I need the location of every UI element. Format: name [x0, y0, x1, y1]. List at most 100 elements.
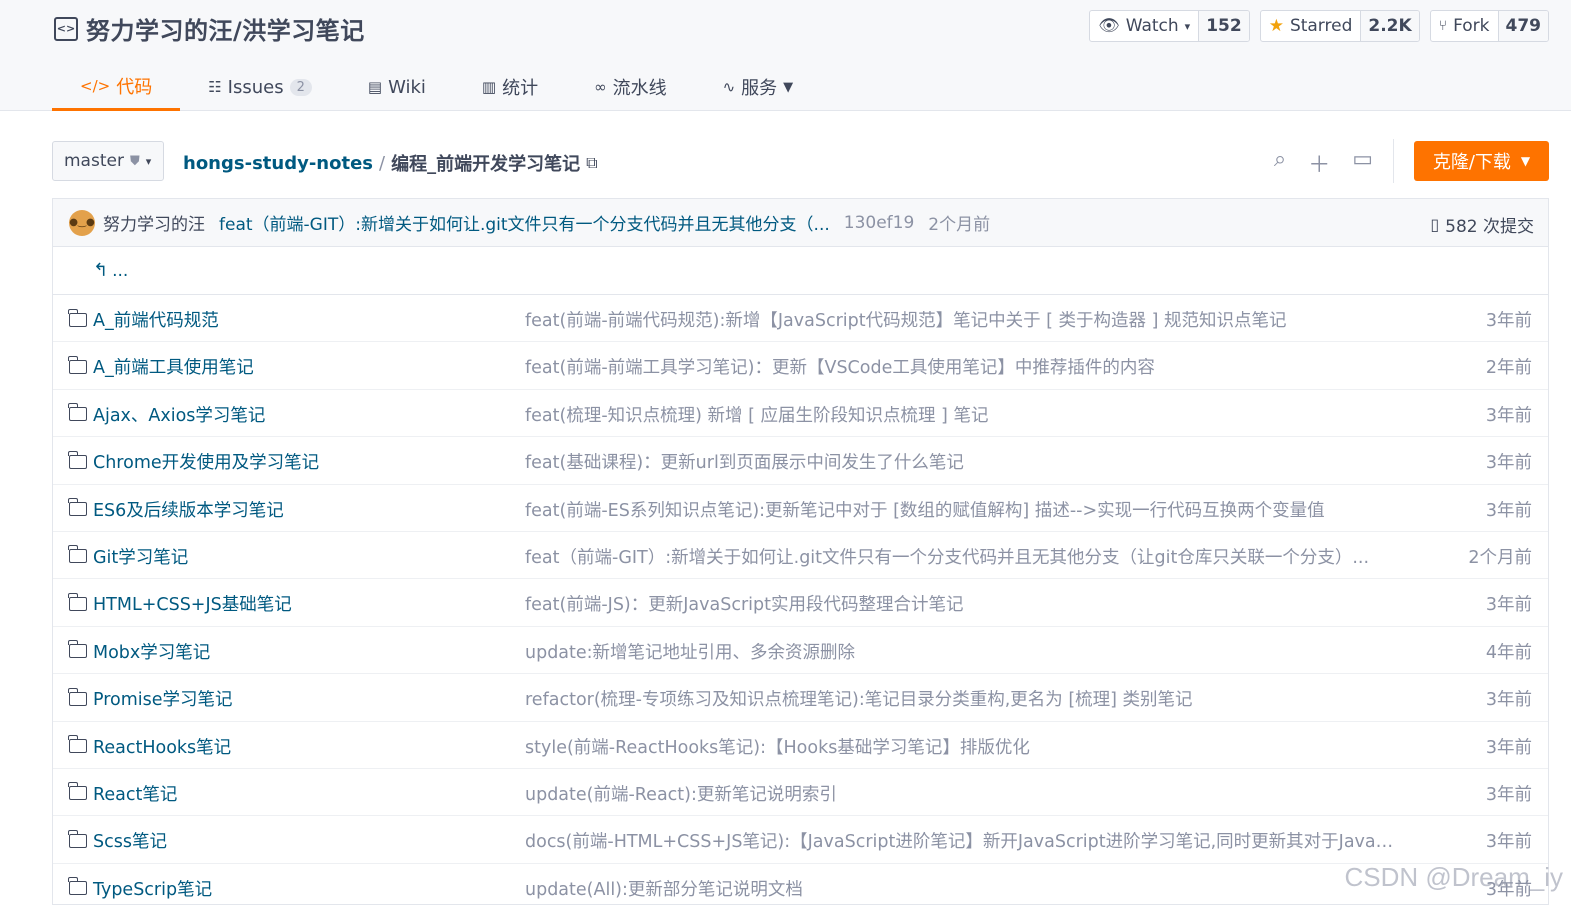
table-row[interactable]: TypeScrip笔记 update(All):更新部分笔记说明文档 3年前 [53, 864, 1548, 904]
commit-sha[interactable]: 130ef19 [844, 213, 915, 233]
folder-link[interactable]: Ajax、Axios学习笔记 [68, 402, 265, 427]
search-icon[interactable]: ⌕ [1274, 147, 1286, 179]
eye-icon: 👁 [1098, 16, 1120, 36]
table-row[interactable]: Chrome开发使用及学习笔记 feat(基础课程)：更新url到页面展示中间发生… [53, 437, 1548, 485]
folder-link[interactable]: HTML+CSS+JS基础笔记 [68, 591, 292, 616]
shield-icon: ⛊ [129, 153, 140, 169]
tab-pipeline[interactable]: ∞ 流水线 [566, 63, 695, 111]
folder-link[interactable]: React笔记 [68, 781, 178, 806]
commit-count-link[interactable]: ▯ 582 次提交 [1430, 212, 1534, 237]
clone-download-button[interactable]: 克隆/下载 ▼ [1414, 141, 1549, 181]
folder-icon [68, 877, 87, 896]
issues-count-badge: 2 [289, 78, 312, 96]
repo-stats: 👁 Watch ▾ 152 ★ Starred 2.2K ⑂ Fork 479 [1089, 10, 1549, 42]
table-row[interactable]: HTML+CSS+JS基础笔记 feat(前端-JS)：更新JavaScript实… [53, 579, 1548, 627]
repo-title-area: <> 努力学习的汪/洪学习笔记 [54, 11, 365, 46]
file-commit-message[interactable]: feat（前端-GIT）:新增关于如何让.git文件只有一个分支代码并且无其他分… [525, 544, 1395, 569]
file-commit-time: 3年前 [1485, 690, 1532, 711]
star-button[interactable]: ★ Starred 2.2K [1259, 10, 1420, 42]
file-commit-message[interactable]: feat(前端-JS)：更新JavaScript实用段代码整理合计笔记 [525, 591, 1395, 616]
folder-link[interactable]: Mobx学习笔记 [68, 639, 210, 664]
plus-icon[interactable]: ＋ [1308, 147, 1330, 179]
table-row[interactable]: React笔记 update(前端-React):更新笔记说明索引 3年前 [53, 769, 1548, 817]
breadcrumb-current: 编程_前端开发学习笔记 [391, 154, 581, 175]
file-commit-time: 2个月前 [1468, 547, 1532, 568]
table-row[interactable]: Scss笔记 docs(前端-HTML+CSS+JS笔记):【JavaScript… [53, 816, 1548, 864]
file-commit-message[interactable]: feat(梳理-知识点梳理) 新增 [ 应届生阶段知识点梳理 ] 笔记 [525, 402, 1395, 427]
parent-directory-link[interactable]: ↰ ... [53, 247, 1548, 295]
file-commit-message[interactable]: style(前端-ReactHooks笔记):【Hooks基础学习笔记】排版优化 [525, 734, 1395, 759]
repo-header: <> 努力学习的汪/洪学习笔记 👁 Watch ▾ 152 ★ Starred 2.2… [0, 0, 1571, 111]
folder-link[interactable]: A_前端工具使用笔记 [68, 354, 254, 379]
folder-name: TypeScrip笔记 [93, 879, 213, 900]
commit-author[interactable]: 努力学习的汪 [103, 210, 205, 235]
file-commit-message[interactable]: feat(基础课程)：更新url到页面展示中间发生了什么笔记 [525, 449, 1395, 474]
back-arrow-icon: ↰ [93, 260, 109, 281]
folder-link[interactable]: A_前端代码规范 [68, 307, 219, 332]
commit-count: 582 次提交 [1445, 217, 1534, 237]
table-row[interactable]: A_前端代码规范 feat(前端-前端代码规范):新增【JavaScript代码规… [53, 295, 1548, 343]
file-commit-message[interactable]: refactor(梳理-专项练习及知识点梳理笔记):笔记目录分类重构,更名为 [… [525, 686, 1395, 711]
folder-name: React笔记 [93, 784, 178, 805]
folder-link[interactable]: ReactHooks笔记 [68, 734, 231, 759]
document-icon: ▯ [1430, 215, 1440, 234]
file-commit-message[interactable]: docs(前端-HTML+CSS+JS笔记):【JavaScript进阶笔记】新… [525, 828, 1395, 853]
folder-name: Chrome开发使用及学习笔记 [93, 453, 320, 474]
file-commit-time: 4年前 [1485, 642, 1532, 663]
fork-button[interactable]: ⑂ Fork 479 [1429, 10, 1549, 42]
folder-icon [68, 498, 87, 517]
table-row[interactable]: Mobx学习笔记 update:新增笔记地址引用、多余资源删除 4年前 [53, 627, 1548, 675]
fork-icon: ⑂ [1438, 18, 1448, 34]
file-commit-message[interactable]: update(All):更新部分笔记说明文档 [525, 876, 1395, 901]
tab-label: 服务 [741, 78, 778, 99]
star-count[interactable]: 2.2K [1361, 11, 1419, 41]
folder-link[interactable]: ES6及后续版本学习笔记 [68, 497, 284, 522]
issues-icon: ☷ [208, 78, 222, 96]
table-row[interactable]: Git学习笔记 feat（前端-GIT）:新增关于如何让.git文件只有一个分支代… [53, 532, 1548, 580]
table-row[interactable]: A_前端工具使用笔记 feat(前端-前端工具学习笔记)：更新【VSCode工具使… [53, 342, 1548, 390]
table-row[interactable]: ES6及后续版本学习笔记 feat(前端-ES系列知识点笔记):更新笔记中对于 [… [53, 485, 1548, 532]
file-commit-message[interactable]: feat(前端-前端代码规范):新增【JavaScript代码规范】笔记中关于 … [525, 307, 1395, 332]
file-commit-message[interactable]: update(前端-React):更新笔记说明索引 [525, 781, 1395, 806]
file-commit-message[interactable]: feat(前端-ES系列知识点笔记):更新笔记中对于 [数组的赋值解构] 描述-… [525, 497, 1395, 522]
tab-statistics[interactable]: ▥ 统计 [454, 63, 566, 111]
avatar[interactable]: ●‿● [69, 209, 95, 236]
repo-name[interactable]: 努力学习的汪/洪学习笔记 [86, 11, 365, 46]
watch-button[interactable]: 👁 Watch ▾ 152 [1089, 10, 1250, 42]
folder-link[interactable]: Git学习笔记 [68, 544, 188, 569]
breadcrumb-root[interactable]: hongs-study-notes [183, 153, 373, 174]
tab-wiki[interactable]: ▤ Wiki [340, 63, 454, 111]
fork-count[interactable]: 479 [1498, 11, 1548, 41]
folder-icon [68, 308, 87, 327]
clone-label: 克隆/下载 [1432, 152, 1511, 173]
watch-label: Watch [1125, 16, 1179, 36]
folder-link[interactable]: Scss笔记 [68, 828, 167, 853]
branch-selector[interactable]: master ⛊ ▾ [52, 141, 164, 181]
tab-code[interactable]: </> 代码 [52, 63, 181, 111]
copy-icon[interactable]: ⧉ [586, 153, 597, 173]
folder-icon [68, 687, 87, 706]
folder-link[interactable]: Chrome开发使用及学习笔记 [68, 449, 320, 474]
commit-message[interactable]: feat（前端-GIT）:新增关于如何让.git文件只有一个分支代码并且无其他分… [219, 210, 830, 235]
folder-link[interactable]: TypeScrip笔记 [68, 876, 213, 901]
file-commit-message[interactable]: feat(前端-前端工具学习笔记)：更新【VSCode工具使用笔记】中推荐插件的… [525, 354, 1395, 379]
folder-link[interactable]: Promise学习笔记 [68, 686, 233, 711]
tab-services[interactable]: ∿ 服务 ▼ [695, 63, 822, 111]
folder-name: A_前端代码规范 [93, 311, 219, 331]
breadcrumb: hongs-study-notes / 编程_前端开发学习笔记 ⧉ [183, 150, 598, 176]
monitor-icon[interactable]: ▭ [1352, 147, 1373, 179]
file-commit-message[interactable]: update:新增笔记地址引用、多余资源删除 [525, 639, 1395, 664]
watermark: CSDN @Dream_iy [1344, 862, 1563, 892]
tab-label: 流水线 [612, 78, 667, 99]
folder-icon [68, 450, 87, 469]
file-commit-time: 2年前 [1485, 358, 1532, 379]
tab-issues[interactable]: ☷ Issues 2 [180, 63, 340, 111]
table-row[interactable]: Ajax、Axios学习笔记 feat(梳理-知识点梳理) 新增 [ 应届生阶段知… [53, 390, 1548, 438]
chart-icon: ▥ [481, 78, 497, 96]
watch-count[interactable]: 152 [1199, 11, 1249, 41]
file-tools: ⌕ ＋ ▭ [1274, 147, 1373, 179]
table-row[interactable]: Promise学习笔记 refactor(梳理-专项练习及知识点梳理笔记):笔记目… [53, 674, 1548, 722]
file-commit-time: 3年前 [1485, 832, 1532, 853]
folder-name: Promise学习笔记 [93, 690, 233, 711]
table-row[interactable]: ReactHooks笔记 style(前端-ReactHooks笔记):【Hook… [53, 722, 1548, 769]
